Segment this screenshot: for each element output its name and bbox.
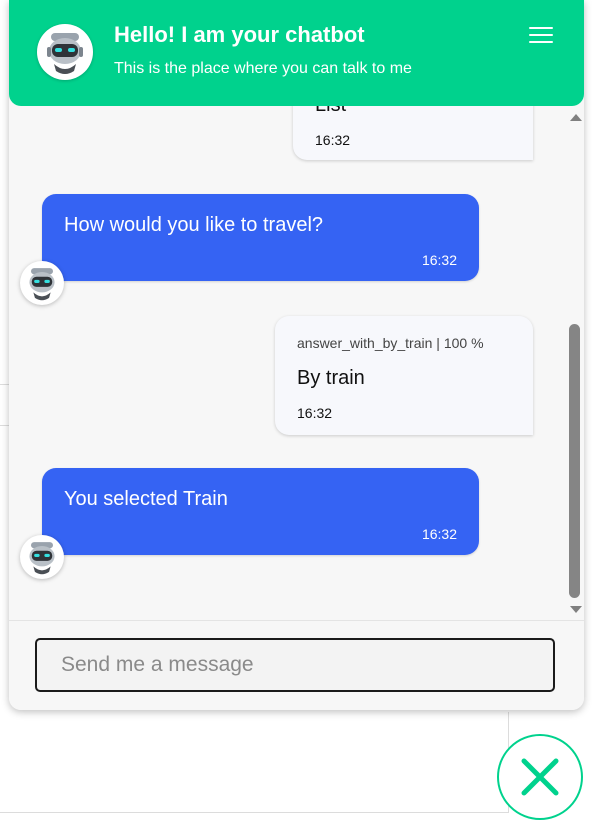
robot-icon — [29, 268, 55, 301]
bot-avatar — [20, 535, 64, 579]
message-scrollbar[interactable] — [566, 106, 584, 620]
user-message: answer_with_by_train | 100 % By train 16… — [275, 316, 533, 435]
bot-message: You selected Train 16:32 — [42, 468, 479, 555]
background-frame — [0, 812, 509, 813]
message-time: 16:32 — [297, 405, 333, 421]
bot-message: How would you like to travel? 16:32 — [42, 194, 479, 281]
message-text: You selected Train — [64, 488, 228, 510]
hamburger-menu-icon[interactable] — [527, 27, 555, 47]
message-time: 16:32 — [421, 526, 457, 542]
scroll-up-arrow-icon[interactable] — [570, 114, 582, 121]
message-time: 16:32 — [421, 252, 457, 268]
close-chat-button[interactable] — [497, 734, 583, 820]
bot-avatar — [37, 24, 93, 80]
message-input[interactable] — [35, 638, 555, 692]
chat-widget: Hello! I am your chatbot This is the pla… — [9, 0, 584, 710]
intent-label: answer_with_by_train | 100 % — [297, 335, 484, 351]
message-text: How would you like to travel? — [64, 214, 324, 236]
chat-header: Hello! I am your chatbot This is the pla… — [9, 0, 584, 106]
scrollbar-thumb[interactable] — [569, 324, 580, 598]
message-text: By train — [297, 367, 365, 389]
close-icon — [521, 758, 559, 796]
chat-subtitle: This is the place where you can talk to … — [114, 60, 412, 77]
robot-icon — [29, 542, 55, 575]
message-time: 16:32 — [315, 132, 351, 148]
bot-avatar — [20, 261, 64, 305]
message-list: List 16:32 How would you like to travel?… — [9, 106, 584, 620]
robot-icon — [47, 33, 83, 74]
chat-title: Hello! I am your chatbot — [114, 22, 365, 47]
scroll-down-arrow-icon[interactable] — [570, 606, 582, 613]
message-text: List — [315, 106, 346, 117]
user-message: List 16:32 — [293, 106, 533, 160]
message-composer — [9, 620, 584, 710]
